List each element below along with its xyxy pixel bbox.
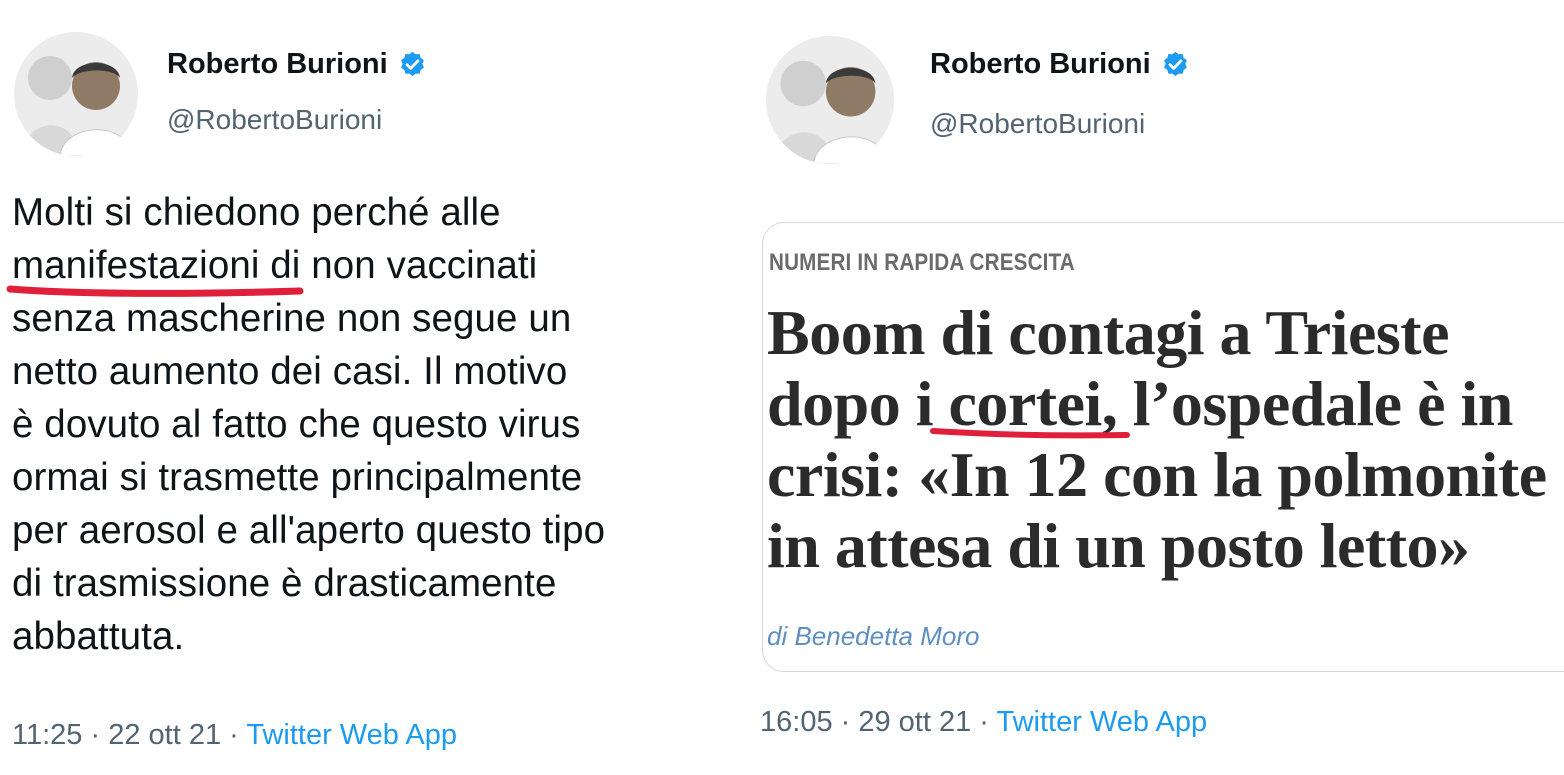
meta-separator: · bbox=[221, 719, 247, 751]
verified-badge-icon bbox=[398, 50, 427, 79]
author-name[interactable]: Roberto Burioni bbox=[167, 48, 427, 81]
author-name[interactable]: Roberto Burioni bbox=[930, 48, 1190, 81]
tweet-date[interactable]: 29 ott 21 bbox=[858, 706, 971, 738]
tweet-text: Molti si chiedono perché alle manifestaz… bbox=[12, 186, 747, 663]
avatar-image bbox=[766, 36, 894, 164]
meta-separator: · bbox=[832, 706, 859, 738]
author-name-text: Roberto Burioni bbox=[930, 48, 1151, 80]
tweet-meta: 11:25 · 22 ott 21 · Twitter Web App bbox=[12, 719, 457, 752]
tweet-time[interactable]: 11:25 bbox=[12, 719, 82, 751]
meta-separator: · bbox=[971, 706, 997, 738]
tweet-text-fragment: di non vaccinati bbox=[259, 244, 538, 287]
avatar-image bbox=[14, 32, 138, 156]
tweet-date[interactable]: 22 ott 21 bbox=[108, 719, 221, 751]
article-byline[interactable]: di Benedetta Moro bbox=[767, 621, 979, 652]
headline-line: Boom di contagi a Trieste bbox=[767, 297, 1449, 368]
headline-fragment: l’ospedale è in bbox=[1117, 368, 1514, 439]
headline-fragment: dopo bbox=[767, 368, 916, 439]
avatar[interactable] bbox=[14, 32, 138, 156]
tweet-left: Roberto Burioni @RobertoBurioni Molti si… bbox=[0, 0, 750, 775]
tweet-text-line: Molti si chiedono perché alle bbox=[12, 191, 501, 234]
tweet-text-line: per aerosol e all'aperto questo tipo bbox=[12, 509, 606, 552]
avatar[interactable] bbox=[766, 36, 894, 164]
tweet-text-line: ormai si trasmette principalmente bbox=[12, 456, 583, 499]
tweet-text-line: di trasmissione è drasticamente bbox=[12, 562, 557, 605]
tweet-text-line: abbattuta. bbox=[12, 615, 185, 658]
tweet-meta: 16:05 · 29 ott 21 · Twitter Web App bbox=[760, 706, 1207, 739]
headline-line: in attesa di un posto letto» bbox=[767, 510, 1470, 581]
author-handle[interactable]: @RobertoBurioni bbox=[930, 108, 1145, 140]
article-kicker: NUMERI IN RAPIDA CRESCITA bbox=[769, 249, 1075, 276]
meta-separator: · bbox=[82, 719, 109, 751]
headline-line: crisi: «In 12 con la polmonite bbox=[767, 439, 1547, 510]
headline-line: dopo i cortei, l’ospedale è in bbox=[767, 368, 1564, 439]
tweet-text-line: è dovuto al fatto che questo virus bbox=[12, 403, 581, 446]
author-handle[interactable]: @RobertoBurioni bbox=[167, 104, 382, 136]
tweet-time[interactable]: 16:05 bbox=[760, 706, 833, 738]
verified-badge-icon bbox=[1161, 50, 1190, 79]
author-name-text: Roberto Burioni bbox=[167, 48, 388, 80]
tweet-text-line: netto aumento dei casi. Il motivo bbox=[12, 350, 568, 393]
article-headline: Boom di contagi a Trieste dopo i cortei,… bbox=[767, 297, 1564, 581]
highlighted-phrase-i-cortei: i cortei, bbox=[915, 368, 1118, 439]
tweet-text-line: manifestazioni di non vaccinati bbox=[12, 239, 747, 292]
tweet-text-line: senza mascherine non segue un bbox=[12, 297, 572, 340]
article-card[interactable]: NUMERI IN RAPIDA CRESCITA Boom di contag… bbox=[762, 222, 1564, 672]
highlighted-word-manifestazioni: manifestazioni bbox=[12, 244, 260, 287]
tweet-source-link[interactable]: Twitter Web App bbox=[996, 706, 1207, 738]
tweet-source-link[interactable]: Twitter Web App bbox=[246, 719, 457, 751]
